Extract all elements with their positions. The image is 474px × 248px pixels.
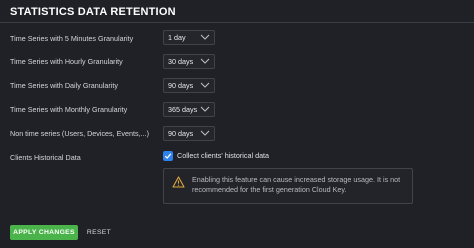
- select-value: 365 days: [168, 105, 198, 114]
- row-label-5min: Time Series with 5 Minutes Granularity: [10, 34, 134, 43]
- select-daily-granularity[interactable]: 90 days: [163, 78, 215, 93]
- select-non-time-series[interactable]: 90 days: [163, 126, 215, 141]
- row-label-non-time-series: Non time series (Users, Devices, Events,…: [10, 129, 149, 138]
- chevron-down-icon: [200, 58, 210, 64]
- select-value: 30 days: [168, 57, 194, 66]
- chevron-down-icon: [200, 82, 210, 88]
- section-divider: [0, 22, 474, 23]
- reset-button[interactable]: RESET: [84, 225, 114, 240]
- warning-text: Enabling this feature can cause increase…: [192, 175, 401, 194]
- select-hourly-granularity[interactable]: 30 days: [163, 54, 215, 69]
- row-label-monthly: Time Series with Monthly Granularity: [10, 105, 128, 114]
- checkmark-icon: [164, 153, 172, 159]
- section-title: STATISTICS DATA RETENTION: [10, 6, 176, 18]
- statistics-data-retention-panel: STATISTICS DATA RETENTION Time Series wi…: [0, 0, 474, 248]
- row-label-clients-historical: Clients Historical Data: [10, 153, 81, 162]
- warning-triangle-icon: [172, 176, 185, 188]
- select-value: 90 days: [168, 129, 194, 138]
- row-label-hourly: Time Series with Hourly Granularity: [10, 57, 123, 66]
- apply-changes-button[interactable]: APPLY CHANGES: [10, 225, 78, 240]
- select-value: 90 days: [168, 81, 194, 90]
- collect-historical-checkbox[interactable]: [163, 151, 173, 161]
- select-value: 1 day: [168, 33, 186, 42]
- storage-warning-box: Enabling this feature can cause increase…: [163, 168, 413, 204]
- collect-historical-label[interactable]: Collect clients' historical data: [177, 151, 269, 160]
- select-5min-granularity[interactable]: 1 day: [163, 30, 215, 45]
- chevron-down-icon: [200, 106, 210, 112]
- chevron-down-icon: [200, 130, 210, 136]
- chevron-down-icon: [200, 34, 210, 40]
- select-monthly-granularity[interactable]: 365 days: [163, 102, 215, 117]
- row-label-daily: Time Series with Daily Granularity: [10, 81, 118, 90]
